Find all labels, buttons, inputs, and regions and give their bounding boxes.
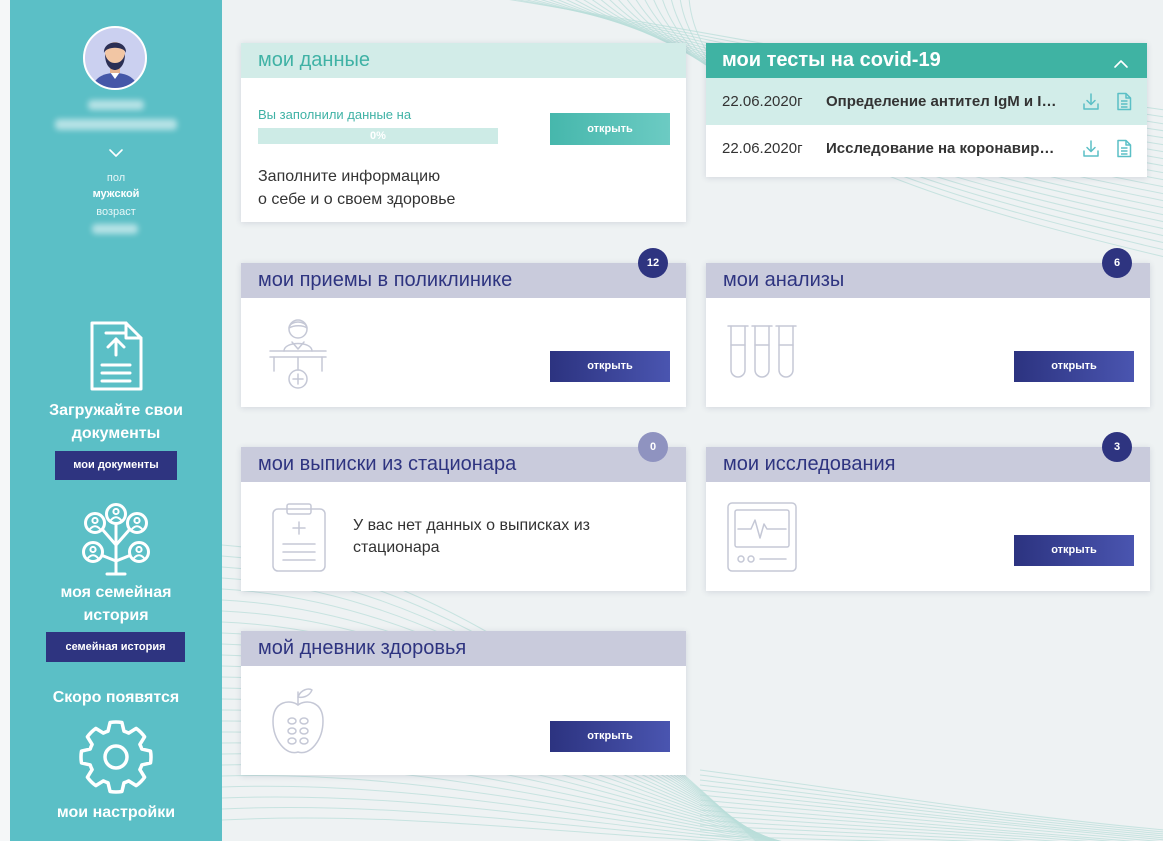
hint-line1: Заполните информацию <box>258 168 441 185</box>
covid-test-date: 22.06.2020г <box>722 93 803 110</box>
age-label: возраст <box>96 206 136 218</box>
background-line <box>699 779 1163 835</box>
profile-progress-bar: 0% <box>258 128 498 144</box>
upload-title-line2: документы <box>71 425 161 442</box>
studies-count-badge: 3 <box>1102 432 1132 462</box>
apple-icon <box>268 683 328 759</box>
no-discharges-line1: У вас нет данных о выписках из <box>353 517 591 534</box>
progress-label: Вы заполнили данные на <box>258 107 412 122</box>
gender-label: пол <box>106 172 126 184</box>
studies-card: мои исследования 3 открыть <box>706 432 1150 591</box>
hint-line2: о себе и о своем здоровье <box>258 191 456 208</box>
health-diary-title: мой дневник здоровья <box>241 631 686 666</box>
background-line <box>699 814 1089 841</box>
hospital-discharges-count-badge: 0 <box>638 432 668 462</box>
left-edge-strip <box>0 0 10 841</box>
studies-open-button[interactable]: открыть <box>1014 535 1134 566</box>
analyses-title: мои анализы <box>706 263 1150 298</box>
gear-icon[interactable] <box>78 719 154 795</box>
clinic-visits-open-button[interactable]: открыть <box>550 351 670 382</box>
family-title-line1: моя семейная <box>60 584 172 601</box>
clinic-visits-title: мои приемы в поликлинике <box>241 263 686 298</box>
user-last-name-blurred <box>55 119 177 130</box>
hospital-discharges-title: мои выписки из стационара <box>241 447 686 482</box>
download-icon[interactable] <box>1082 92 1100 111</box>
health-diary-card: мой дневник здоровья открыть <box>241 631 686 775</box>
family-tree-icon[interactable] <box>78 503 154 577</box>
studies-title: мои исследования <box>706 447 1150 482</box>
download-icon[interactable] <box>1082 139 1100 158</box>
my-settings-label[interactable]: мои настройки <box>10 801 222 824</box>
family-title-line2: история <box>83 607 149 624</box>
my-data-open-button[interactable]: открыть <box>550 113 670 145</box>
covid-tests-title: мои тесты на covid-19 <box>722 49 941 71</box>
avatar[interactable] <box>83 26 147 90</box>
covid-test-title[interactable]: Определение антител IgM и I… <box>826 93 1072 110</box>
coming-soon-label: Скоро появятся <box>52 689 180 706</box>
user-first-name-blurred <box>88 100 144 110</box>
chevron-up-icon[interactable] <box>1113 56 1129 68</box>
my-data-title: мои данные <box>241 43 686 78</box>
gender-value: мужской <box>92 188 140 200</box>
covid-test-date: 22.06.2020г <box>722 140 803 157</box>
covid-tests-card: мои тесты на covid-19 22.06.2020г Опреде… <box>706 43 1147 177</box>
health-diary-open-button[interactable]: открыть <box>550 721 670 752</box>
no-discharges-line2: стационара <box>353 539 440 556</box>
file-icon[interactable] <box>1115 139 1133 158</box>
analyses-open-button[interactable]: открыть <box>1014 351 1134 382</box>
no-discharges-message: У вас нет данных о выписках из стационар… <box>353 515 590 559</box>
covid-test-row[interactable]: 22.06.2020г Определение антител IgM и I… <box>706 78 1147 125</box>
background-line <box>699 799 1160 841</box>
progress-percent: 0% <box>370 130 386 142</box>
my-documents-button[interactable]: мои документы <box>55 451 177 480</box>
my-data-card: мои данные Вы заполнили данные на 0% отк… <box>241 43 686 222</box>
sidebar: пол мужской возраст Загружайте свои доку… <box>10 0 222 841</box>
analyses-count-badge: 6 <box>1102 248 1132 278</box>
family-history-title: моя семейная история <box>10 581 222 627</box>
hospital-discharges-card: мои выписки из стационара 0 У вас нет да… <box>241 432 686 591</box>
clinic-visits-card: мои приемы в поликлинике 12 открыть <box>241 248 686 407</box>
file-icon[interactable] <box>1115 92 1133 111</box>
clipboard-icon <box>270 502 328 574</box>
family-history-button[interactable]: семейная история <box>46 632 185 662</box>
test-tubes-icon <box>727 323 797 383</box>
covid-test-title[interactable]: Исследование на коронавир… <box>826 140 1072 157</box>
age-value-blurred <box>92 224 138 234</box>
document-upload-icon[interactable] <box>88 320 144 392</box>
covid-test-row[interactable]: 22.06.2020г Исследование на коронавир… <box>706 125 1147 172</box>
doctor-at-desk-icon <box>268 315 328 391</box>
chevron-down-icon[interactable] <box>108 145 124 157</box>
covid-tests-header[interactable]: мои тесты на covid-19 <box>706 43 1147 78</box>
upload-documents-title: Загружайте свои документы <box>10 399 222 445</box>
upload-title-line1: Загружайте свои <box>49 402 183 419</box>
heart-monitor-icon <box>726 501 798 573</box>
clinic-visits-count-badge: 12 <box>638 248 668 278</box>
analyses-card: мои анализы 6 открыть <box>706 248 1150 407</box>
my-data-hint: Заполните информацию о себе и о своем зд… <box>258 165 455 211</box>
background-line <box>699 774 1163 833</box>
